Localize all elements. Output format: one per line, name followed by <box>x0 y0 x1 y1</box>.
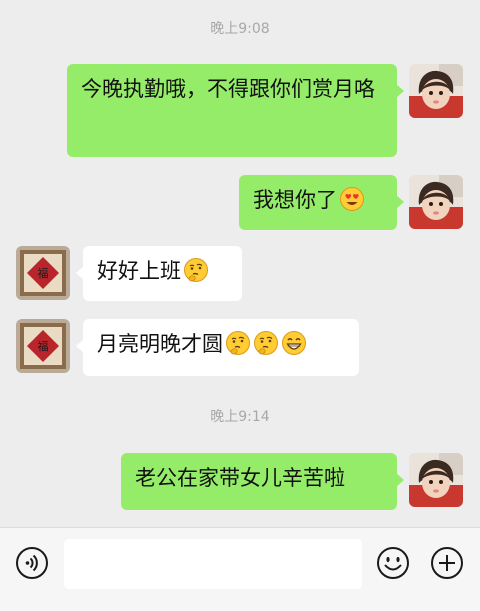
message-text: 月亮明晚才圆 <box>97 332 223 356</box>
message-text: 今晚执勤哦，不得跟你们赏月咯 <box>81 77 375 101</box>
contact-avatar[interactable] <box>16 319 70 373</box>
message-bubble[interactable]: 月亮明晚才圆 <box>76 319 359 376</box>
voice-icon[interactable] <box>15 546 49 580</box>
plus-icon[interactable] <box>430 546 464 580</box>
grinning-emoji <box>281 330 307 356</box>
message-bubble[interactable]: 今晚执勤哦，不得跟你们赏月咯 <box>67 64 404 157</box>
message-bubble[interactable]: 我想你了 <box>239 175 404 230</box>
input-bar <box>0 527 480 611</box>
contact-avatar[interactable] <box>16 246 70 300</box>
thinking-emoji <box>253 330 279 356</box>
message-bubble[interactable]: 老公在家带女儿辛苦啦 <box>121 453 404 510</box>
chat-area: 晚上9:08 今晚执勤哦，不得跟你们赏月咯 我想你了 好好上班 月亮明晚才圆 晚… <box>0 0 480 527</box>
my-avatar[interactable] <box>409 175 463 229</box>
message-text: 老公在家带女儿辛苦啦 <box>135 466 345 490</box>
my-avatar[interactable] <box>409 453 463 507</box>
my-avatar[interactable] <box>409 64 463 118</box>
emoji-icon[interactable] <box>376 546 410 580</box>
thinking-emoji <box>225 330 251 356</box>
heart-eyes-emoji <box>339 186 365 212</box>
timestamp: 晚上9:08 <box>210 21 270 37</box>
thinking-emoji <box>183 257 209 283</box>
message-text: 好好上班 <box>97 259 181 283</box>
message-input[interactable] <box>64 539 362 589</box>
timestamp: 晚上9:14 <box>210 409 270 425</box>
message-bubble[interactable]: 好好上班 <box>76 246 242 301</box>
message-text: 我想你了 <box>253 188 337 212</box>
